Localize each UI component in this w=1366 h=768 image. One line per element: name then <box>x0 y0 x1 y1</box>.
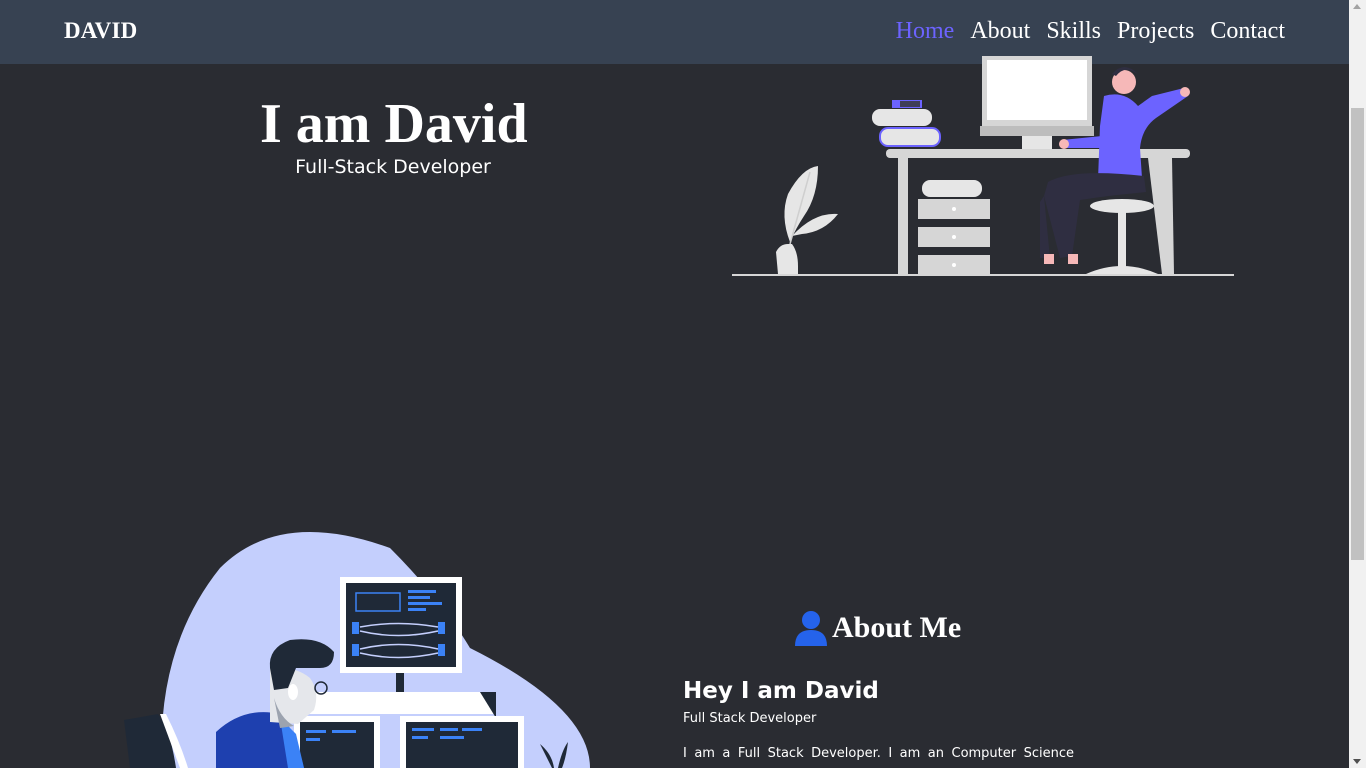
nav-link-about[interactable]: About <box>970 16 1030 46</box>
nav-link-contact[interactable]: Contact <box>1210 16 1285 46</box>
scroll-up-arrow-icon[interactable] <box>1353 4 1361 9</box>
nav-link-projects[interactable]: Projects <box>1117 16 1194 46</box>
scroll-thumb[interactable] <box>1351 108 1364 560</box>
nav-link-skills[interactable]: Skills <box>1046 16 1101 46</box>
about-heading: About Me <box>794 610 961 646</box>
brand-logo[interactable]: DAVID <box>64 18 137 44</box>
person-at-desk-illustration <box>732 56 1234 276</box>
scroll-down-arrow-icon[interactable] <box>1353 759 1361 764</box>
nav-menu: Home About Skills Projects Contact <box>896 16 1285 46</box>
hero-subtitle: Full-Stack Developer <box>295 156 491 178</box>
user-icon <box>795 611 827 646</box>
about-heading-label: About Me <box>832 611 962 644</box>
about-text: I am a Full Stack Developer. I am an Com… <box>683 746 1074 761</box>
about-role: Full Stack Developer <box>683 711 817 726</box>
navbar: DAVID Home About Skills Projects Contact <box>0 0 1349 64</box>
developer-at-computer-illustration <box>124 532 590 768</box>
nav-link-home[interactable]: Home <box>896 16 955 46</box>
scrollbar[interactable] <box>1349 0 1366 768</box>
about-name: Hey I am David <box>683 678 879 704</box>
hero-title: I am David <box>260 93 528 155</box>
